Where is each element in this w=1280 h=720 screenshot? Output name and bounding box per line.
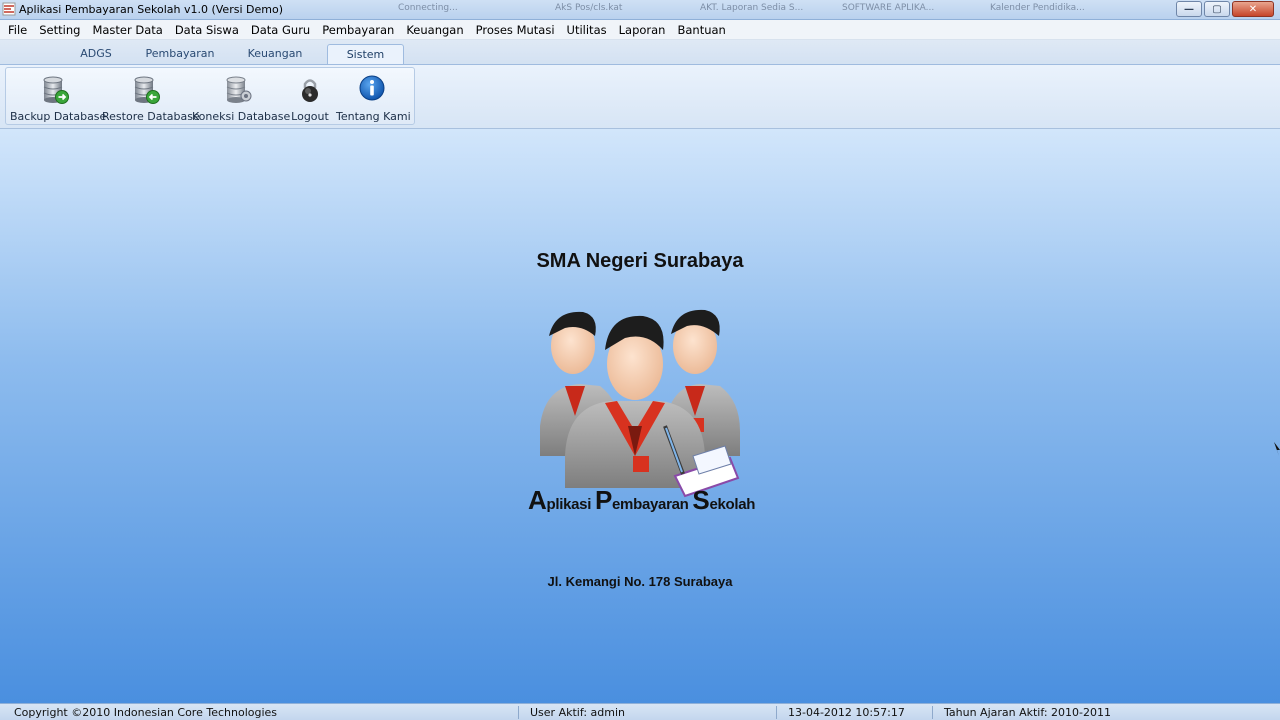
status-divider [518,706,519,719]
background-taskbar-hint [272,3,372,17]
status-datetime: 13-04-2012 10:57:17 [788,706,905,719]
menu-master-data[interactable]: Master Data [86,20,168,40]
window-title: Aplikasi Pembayaran Sekolah v1.0 (Versi … [19,3,283,16]
minimize-button[interactable]: — [1176,1,1202,17]
menu-data-guru[interactable]: Data Guru [245,20,316,40]
menu-data-siswa[interactable]: Data Siswa [169,20,245,40]
ribbon-panel: Backup Database Restore Database Koneksi… [0,64,1280,129]
school-address: Jl. Kemangi No. 178 Surabaya [547,574,733,589]
background-tab-5: Kalender Pendidika... [990,3,1085,13]
title-bar: Aplikasi Pembayaran Sekolah v1.0 (Versi … [0,0,1280,20]
mouse-cursor-icon [1274,442,1280,456]
close-icon: ✕ [1248,3,1258,15]
padlock-icon [302,79,318,102]
status-divider [776,706,777,719]
database-backup-icon [43,76,69,104]
ribbon-group-sistem: Backup Database Restore Database Koneksi… [5,67,415,125]
status-copyright: Copyright ©2010 Indonesian Core Technolo… [14,706,278,719]
status-user: User Aktif: admin [530,706,625,719]
info-icon [359,75,385,101]
background-tab-3: AKT. Laporan Sedia S... [700,3,804,13]
koneksi-database-label: Koneksi Database [192,110,291,123]
menu-bantuan[interactable]: Bantuan [671,20,731,40]
menu-bar: File Setting Master Data Data Siswa Data… [0,20,1280,40]
database-restore-icon [134,76,160,104]
koneksi-database-button[interactable]: Koneksi Database [192,74,291,124]
logo-text-word-2: embayaran [612,496,693,513]
menu-keuangan[interactable]: Keuangan [400,20,469,40]
background-tab-2: AkS Pos/cls.kat [555,3,623,13]
minimize-icon: — [1184,3,1194,15]
menu-file[interactable]: File [2,20,33,40]
menu-setting[interactable]: Setting [33,20,86,40]
logo-text-word-1: plikasi [546,496,595,513]
main-workspace: SMA Negeri Surabaya Aplikasi Pembayaran … [0,129,1280,703]
background-tab-4: SOFTWARE APLIKA... [842,3,935,13]
status-divider [932,706,933,719]
ribbon-tab-strip: ADGS Pembayaran Keuangan Sistem [0,40,1280,65]
tentang-kami-label: Tentang Kami [336,110,411,123]
app-logo-text: Aplikasi Pembayaran Sekolah [528,485,768,516]
restore-database-label: Restore Database [102,110,200,123]
tab-adgs[interactable]: ADGS [62,44,130,65]
tab-pembayaran[interactable]: Pembayaran [140,44,220,65]
logo-text-cap-s: S [692,485,710,515]
logo-text-word-3: ekolah [709,496,756,513]
menu-laporan[interactable]: Laporan [613,20,672,40]
close-button[interactable]: ✕ [1232,1,1274,17]
menu-proses-mutasi[interactable]: Proses Mutasi [470,20,561,40]
logo-text-cap-a: A [528,485,547,515]
menu-utilitas[interactable]: Utilitas [561,20,613,40]
logout-label: Logout [291,110,329,123]
logo-text-cap-p: P [594,485,612,515]
maximize-button[interactable]: ▢ [1204,1,1230,17]
app-icon [2,2,16,16]
school-name: SMA Negeri Surabaya [536,250,744,272]
backup-database-label: Backup Database [10,110,107,123]
status-bar: Copyright ©2010 Indonesian Core Technolo… [0,703,1280,720]
tentang-kami-button[interactable]: Tentang Kami [336,74,411,124]
restore-database-button[interactable]: Restore Database [102,74,200,124]
backup-database-button[interactable]: Backup Database [10,74,107,124]
status-academic-year: Tahun Ajaran Aktif: 2010-2011 [944,706,1112,719]
background-tab-1: Connecting... [398,3,458,13]
logout-button[interactable]: Logout [286,74,334,124]
tab-keuangan[interactable]: Keuangan [238,44,312,65]
maximize-icon: ▢ [1212,3,1222,15]
menu-pembayaran[interactable]: Pembayaran [316,20,400,40]
tab-sistem[interactable]: Sistem [327,44,404,65]
database-connection-icon [226,76,252,103]
